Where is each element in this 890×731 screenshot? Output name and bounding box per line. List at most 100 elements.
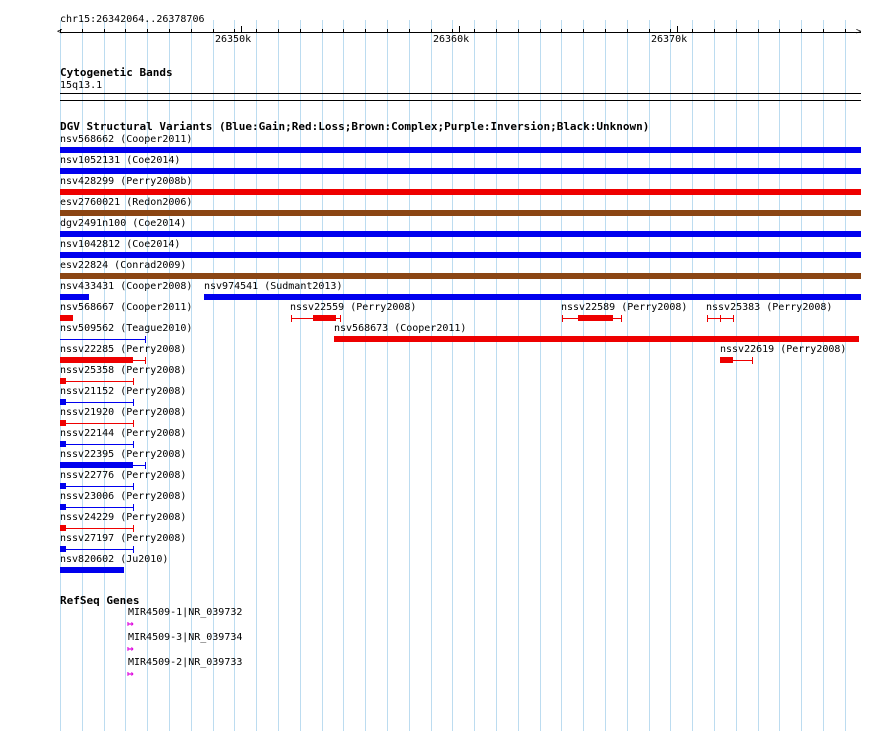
variant-tick (720, 315, 721, 322)
variant-bar (60, 399, 66, 405)
genome-browser-canvas: chr15:26342064..26378706 < > 26350k 2636… (0, 0, 890, 731)
ruler-tick (779, 29, 780, 33)
ruler-tick (649, 29, 650, 33)
variant-label: nssv22144 (Perry2008) (60, 428, 187, 439)
ruler-tick (125, 29, 126, 33)
variant-tick (133, 483, 134, 490)
variant-label: nsv820602 (Ju2010) (60, 554, 169, 565)
ruler-tick (605, 29, 606, 33)
ruler-major-tick (241, 26, 242, 33)
ruler-line (60, 32, 861, 33)
variant-label: nsv428299 (Perry2008b) (60, 176, 193, 187)
variant-bar (60, 441, 66, 447)
grid-line (823, 20, 824, 731)
variant-label: nssv22619 (Perry2008) (720, 344, 847, 355)
ruler-tick (692, 29, 693, 33)
grid-line (758, 20, 759, 731)
variant-line (60, 402, 134, 403)
variant-line (60, 444, 134, 445)
variant-tick (145, 462, 146, 469)
ruler-tick (300, 29, 301, 33)
gene-strand-arrow-icon: ↦ (127, 642, 134, 655)
ruler-tick (518, 29, 519, 33)
variant-label: nssv22559 (Perry2008) (290, 302, 417, 313)
gene-label: MIR4509-1|NR_039732 (128, 607, 243, 618)
variant-label: nsv433431 (Cooper2008) (60, 281, 193, 292)
variant-label: nssv21152 (Perry2008) (60, 386, 187, 397)
variant-tick (133, 546, 134, 553)
variant-label: nssv21920 (Perry2008) (60, 407, 187, 418)
variant-label: nsv568673 (Cooper2011) (334, 323, 467, 334)
variant-line (60, 549, 134, 550)
grid-line (736, 20, 737, 731)
gene-strand-arrow-icon: ↦ (127, 617, 134, 630)
variant-label: nssv22776 (Perry2008) (60, 470, 187, 481)
variant-tick (133, 399, 134, 406)
variant-line (60, 339, 146, 340)
variant-tick (145, 336, 146, 343)
ruler-tick (758, 29, 759, 33)
ruler-label: 26370k (651, 34, 688, 45)
ruler-tick (213, 29, 214, 33)
variant-bar (60, 378, 66, 384)
ruler-tick (561, 29, 562, 33)
variant-label: nsv974541 (Sudmant2013) (204, 281, 343, 292)
variant-tick (733, 315, 734, 322)
variant-label: nssv22589 (Perry2008) (561, 302, 688, 313)
variant-bar (60, 462, 133, 468)
ruler-label: 26350k (215, 34, 252, 45)
variant-bar (60, 525, 66, 531)
cyto-band-top-line (60, 93, 861, 94)
variant-line (60, 486, 134, 487)
variant-label: nssv23006 (Perry2008) (60, 491, 187, 502)
ruler-tick (496, 29, 497, 33)
ruler-tick (60, 29, 61, 33)
grid-line (692, 20, 693, 731)
variant-bar (60, 546, 66, 552)
ruler-tick (387, 29, 388, 33)
ruler-right-arrow-icon: > (856, 27, 862, 37)
grid-line (801, 20, 802, 731)
variant-bar (60, 294, 89, 300)
variant-bar (60, 357, 133, 363)
cyto-track-title[interactable]: Cytogenetic Bands (60, 67, 173, 79)
variant-label: nssv25358 (Perry2008) (60, 365, 187, 376)
variant-bar (60, 231, 861, 237)
ruler-major-tick (677, 26, 678, 33)
ruler-tick (736, 29, 737, 33)
variant-label: nsv509562 (Teague2010) (60, 323, 193, 334)
variant-bar (334, 336, 859, 342)
cyto-band-label: 15q13.1 (60, 80, 103, 91)
variant-tick (621, 315, 622, 322)
variant-tick (752, 357, 753, 364)
ruler-label: 26360k (433, 34, 470, 45)
ruler-tick (82, 29, 83, 33)
ruler-tick (670, 29, 671, 33)
grid-line (670, 20, 671, 731)
dgv-track-title[interactable]: DGV Structural Variants (Blue:Gain;Red:L… (60, 121, 649, 133)
ruler-tick (801, 29, 802, 33)
variant-bar (720, 357, 733, 363)
ruler-tick (322, 29, 323, 33)
variant-label: esv22824 (Conrad2009) (60, 260, 187, 271)
variant-bar (60, 567, 124, 573)
variant-bar (60, 210, 861, 216)
ruler-tick (104, 29, 105, 33)
variant-tick (707, 315, 708, 322)
grid-line (845, 20, 846, 731)
variant-bar (204, 294, 861, 300)
variant-bar (60, 273, 861, 279)
ruler-tick (147, 29, 148, 33)
variant-label: nsv1042812 (Coe2014) (60, 239, 181, 250)
ruler-tick (343, 29, 344, 33)
variant-tick (291, 315, 292, 322)
refseq-track-title[interactable]: RefSeq Genes (60, 595, 139, 607)
variant-bar (60, 189, 861, 195)
variant-label: nssv22285 (Perry2008) (60, 344, 187, 355)
variant-bar (60, 420, 66, 426)
ruler-location: chr15:26342064..26378706 (60, 14, 205, 25)
variant-label: nsv568667 (Cooper2011) (60, 302, 193, 313)
grid-line (779, 20, 780, 731)
ruler-tick (714, 29, 715, 33)
variant-tick (133, 420, 134, 427)
